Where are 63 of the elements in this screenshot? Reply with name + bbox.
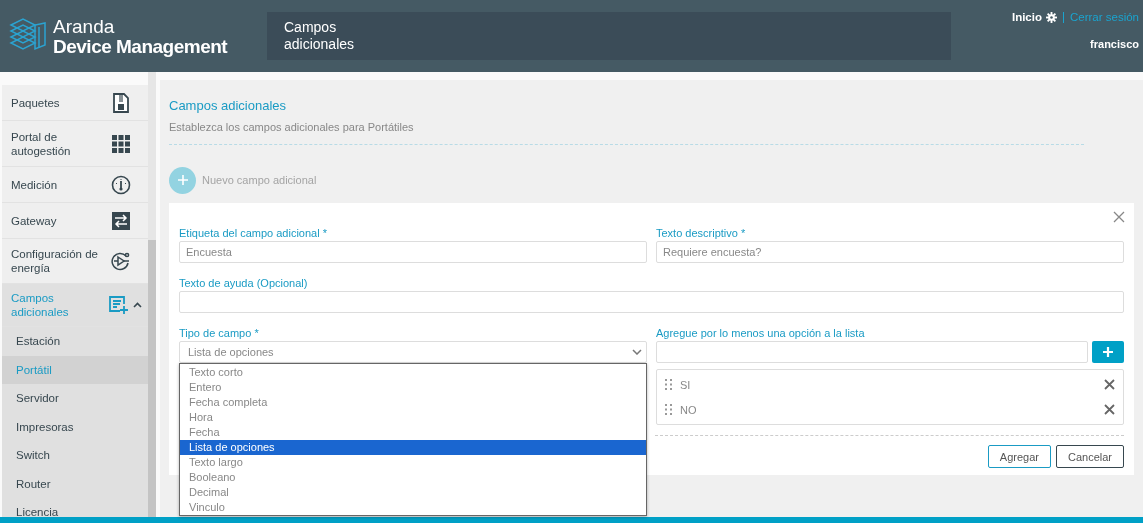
field-label: Agregue por lo menos una opción a la lista [656, 327, 866, 339]
sidebar-subitem[interactable]: Router [2, 469, 148, 498]
remove-icon[interactable] [1104, 404, 1115, 415]
type-select[interactable]: Lista de opciones [179, 341, 647, 363]
add-option-button[interactable] [1092, 341, 1124, 363]
section-subtitle: Establezca los campos adicionales para Portátiles [169, 121, 415, 133]
sidebar-subitem[interactable]: Servidor [2, 384, 148, 413]
field-label: Texto de ayuda (Opcional) [179, 277, 309, 289]
sidebar-item[interactable]: Portal de autogestión [2, 121, 148, 167]
dropdown-option[interactable]: Entero [180, 380, 646, 395]
user-name: francisco [1090, 38, 1139, 50]
section-title: Campos adicionales [169, 98, 288, 113]
option-text: SI [680, 378, 692, 391]
sidebar-item[interactable]: Campos adicionales [2, 284, 148, 327]
plus-icon [177, 175, 188, 185]
help-input[interactable] [179, 291, 1124, 313]
sidebar-item[interactable]: Configuración de energía [2, 239, 148, 284]
logo-text: Device Management [53, 36, 228, 56]
sidebar-item[interactable]: Medición [2, 167, 148, 203]
field-label: Texto descriptivo * [656, 227, 747, 239]
sidebar-item[interactable]: Gateway [2, 203, 148, 239]
plus-icon [1103, 347, 1113, 357]
arrows-icon [110, 211, 132, 230]
label-input[interactable]: Encuesta [179, 241, 647, 263]
sidebar-item[interactable]: Paquetes [2, 85, 148, 121]
field-label: Tipo de campo * [179, 327, 260, 339]
dropdown-option[interactable]: Vinculo [180, 500, 646, 515]
remove-icon[interactable] [1104, 379, 1115, 390]
close-icon[interactable] [1113, 211, 1125, 223]
sidebar-subitem[interactable]: Estación [2, 327, 148, 356]
dropdown-option[interactable]: Fecha [180, 425, 646, 440]
sidebar-subitem[interactable]: Portátil [2, 355, 148, 384]
drag-handle-icon[interactable] [665, 404, 672, 415]
sidebar-subitem[interactable]: Impresoras [2, 412, 148, 441]
option-input[interactable] [656, 341, 1088, 363]
dropdown-option[interactable]: Decimal [180, 485, 646, 500]
description-input[interactable]: Requiere encuesta? [656, 241, 1124, 263]
chevron-down-icon [632, 349, 642, 355]
logout-link[interactable]: Cerrar sesión [1069, 11, 1139, 23]
caret-icon [133, 302, 142, 308]
scrollbar-thumb[interactable] [148, 240, 156, 517]
dropdown-option[interactable]: Texto largo [180, 455, 646, 470]
grid-icon [110, 134, 132, 153]
drag-handle-icon[interactable] [665, 379, 672, 390]
page-title: Campos adicionales [284, 19, 356, 53]
document-icon [110, 92, 132, 113]
dropdown-option[interactable]: Hora [180, 410, 646, 425]
gauge-icon [110, 174, 132, 195]
home-link[interactable]: Inicio [1011, 11, 1042, 23]
sidebar-subitem[interactable]: Licencia [2, 498, 148, 517]
dropdown-option[interactable]: Booleano [180, 470, 646, 485]
add-form-icon [108, 296, 130, 314]
sidebar-subitem[interactable]: Switch [2, 441, 148, 470]
cancel-button[interactable]: Cancelar [1055, 445, 1124, 468]
dropdown-option[interactable]: Fecha completa [180, 395, 646, 410]
field-label: Etiqueta del campo adicional * [179, 227, 328, 239]
dropdown-option[interactable]: Lista de opciones [180, 440, 646, 455]
logo-text: Aranda [53, 16, 116, 36]
add-button[interactable]: Agregar [987, 445, 1051, 468]
settings-icon[interactable] [1045, 11, 1057, 23]
option-text: NO [680, 403, 698, 416]
power-icon [110, 251, 132, 271]
dropdown-option[interactable]: Texto corto [180, 365, 646, 380]
